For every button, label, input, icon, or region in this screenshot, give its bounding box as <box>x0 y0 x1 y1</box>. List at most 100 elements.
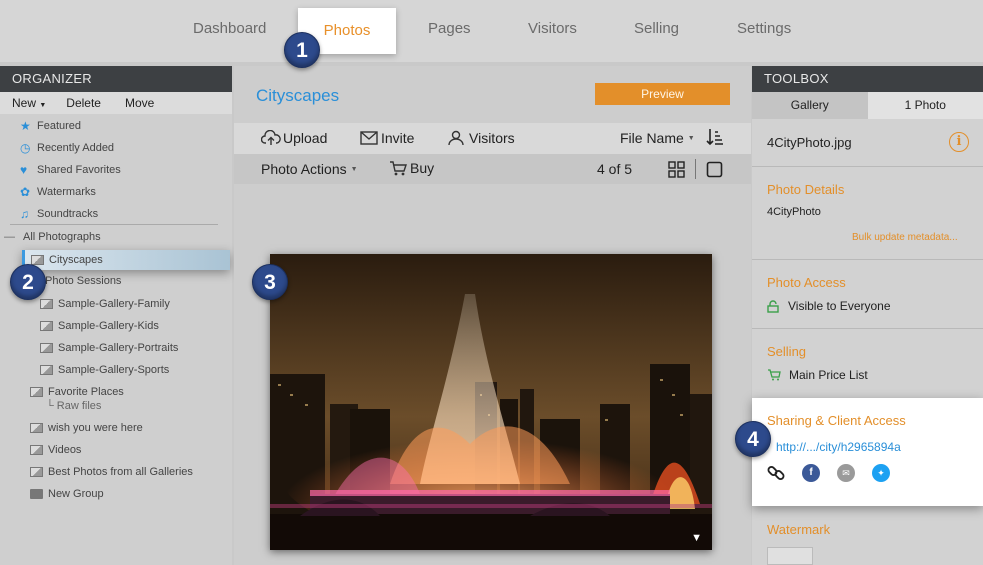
organizer-toolbar: New ▼ Delete Move <box>0 92 232 114</box>
subitem-icon: └ <box>46 400 54 412</box>
cart-icon <box>390 161 407 176</box>
new-menu-button[interactable]: New ▼ <box>12 96 46 110</box>
tree-item-wish[interactable]: wish you were here <box>30 422 143 434</box>
sort-order-button[interactable] <box>706 128 724 146</box>
tree-item-raw-files[interactable]: └ Raw files <box>46 400 101 412</box>
twitter-icon[interactable]: ✦ <box>872 464 890 482</box>
gallery-toolbar: Upload Invite Visitors File Name ▼ <box>234 123 751 154</box>
photo-counter: 4 of 5 <box>597 161 633 177</box>
facebook-icon[interactable]: f <box>802 464 820 482</box>
email-icon[interactable]: ✉ <box>837 464 855 482</box>
heart-icon: ♥ <box>20 163 28 177</box>
photo-access-value[interactable]: Visible to Everyone <box>767 299 891 313</box>
move-button[interactable]: Move <box>125 96 154 110</box>
tree-item-favorite-places[interactable]: Favorite Places <box>30 386 124 398</box>
preview-button[interactable]: Preview <box>595 83 730 105</box>
collapse-icon: — <box>4 231 15 243</box>
envelope-icon <box>360 131 378 145</box>
caret-down-icon[interactable]: ▼ <box>691 532 702 544</box>
divider <box>752 328 983 329</box>
music-note-icon: ♫ <box>20 207 29 221</box>
tab-one-photo[interactable]: 1 Photo <box>867 92 983 119</box>
gallery-url-link[interactable]: http://.../city/h2965894a <box>776 440 901 454</box>
gallery-icon <box>40 321 53 331</box>
photo-access-title: Photo Access <box>767 275 846 290</box>
tree-item-photo-sessions[interactable]: Photo Sessions <box>45 275 121 287</box>
tree-root[interactable]: — All Photographs <box>4 231 101 243</box>
watermark-thumbnail[interactable] <box>767 547 813 565</box>
price-list-value[interactable]: Main Price List <box>767 368 868 382</box>
divider <box>752 259 983 260</box>
cloud-upload-icon <box>261 130 281 145</box>
info-icon[interactable]: i <box>949 132 969 152</box>
callout-badge-1: 1 <box>284 32 320 68</box>
watermark-title: Watermark <box>767 522 831 537</box>
bulk-update-link[interactable]: Bulk update metadata... <box>852 232 958 243</box>
quick-link-favorites[interactable]: ♥ Shared Favorites <box>20 164 121 176</box>
gallery-icon <box>31 255 44 265</box>
cityscape-fountain-photo <box>270 254 712 550</box>
grid-view-button[interactable] <box>668 161 685 178</box>
divider <box>695 159 696 179</box>
lock-icon <box>767 299 779 313</box>
visitors-button[interactable]: Visitors <box>448 130 515 146</box>
tab-settings[interactable]: Settings <box>737 20 791 37</box>
grid-icon <box>668 161 685 178</box>
page-title: Cityscapes <box>256 86 340 105</box>
tree-item-portraits[interactable]: Sample-Gallery-Portraits <box>40 342 178 354</box>
clock-icon: ◷ <box>20 141 31 155</box>
tab-pages[interactable]: Pages <box>428 20 471 37</box>
tab-gallery[interactable]: Gallery <box>752 92 868 119</box>
callout-badge-2: 2 <box>10 264 46 300</box>
quick-link-recent[interactable]: ◷ Recently Added <box>20 142 114 154</box>
star-icon: ★ <box>20 119 31 133</box>
tree-item-sports[interactable]: Sample-Gallery-Sports <box>40 364 169 376</box>
invite-button[interactable]: Invite <box>360 130 414 146</box>
quick-link-soundtracks[interactable]: ♫ Soundtracks <box>20 208 98 220</box>
selling-title: Selling <box>767 344 807 359</box>
chevron-down-icon: ▼ <box>350 165 358 173</box>
link-icon[interactable] <box>767 464 785 482</box>
tree-item-best-photos[interactable]: Best Photos from all Galleries <box>30 466 193 478</box>
callout-badge-4: 4 <box>735 421 771 457</box>
gallery-icon <box>30 423 43 433</box>
top-navigation: Dashboard Photos Pages Visitors Selling … <box>0 0 983 62</box>
chevron-down-icon: ▼ <box>687 134 695 142</box>
divider <box>10 224 218 225</box>
tree-item-videos[interactable]: Videos <box>30 444 81 456</box>
sort-dropdown[interactable]: File Name ▼ <box>620 130 695 146</box>
toolbox-tabs: Gallery 1 Photo <box>752 92 983 119</box>
organizer-panel: ORGANIZER New ▼ Delete Move ★ Featured ◷ R… <box>0 66 232 565</box>
folder-icon <box>30 489 43 499</box>
photo-viewer[interactable]: ▼ <box>270 254 712 550</box>
upload-button[interactable]: Upload <box>261 130 327 146</box>
photo-actions-dropdown[interactable]: Photo Actions ▼ <box>261 161 358 177</box>
organizer-header: ORGANIZER <box>0 66 232 92</box>
single-view-button[interactable] <box>706 161 723 178</box>
tree-item-new-group[interactable]: New Group <box>30 488 104 500</box>
share-icons: f ✉ ✦ <box>767 464 890 482</box>
buy-button[interactable]: Buy <box>389 160 434 176</box>
divider <box>752 166 983 167</box>
photo-name: 4CityPhoto <box>767 206 821 218</box>
tab-selling[interactable]: Selling <box>634 20 679 37</box>
photo-details-title: Photo Details <box>767 182 845 197</box>
photo-actions-bar: Photo Actions ▼ Buy 4 of 5 <box>234 154 751 184</box>
gallery-icon <box>30 387 43 397</box>
tree-item-family[interactable]: Sample-Gallery-Family <box>40 298 170 310</box>
tree-item-cityscapes[interactable]: Cityscapes <box>31 254 103 266</box>
cart-icon <box>768 369 781 381</box>
chevron-down-icon: ▼ <box>39 102 47 109</box>
paw-icon: ✿ <box>20 185 31 199</box>
quick-link-featured[interactable]: ★ Featured <box>20 120 81 132</box>
gallery-icon <box>30 445 43 455</box>
callout-badge-3: 3 <box>252 264 288 300</box>
tree-item-kids[interactable]: Sample-Gallery-Kids <box>40 320 159 332</box>
smart-gallery-icon <box>30 467 43 477</box>
tab-dashboard[interactable]: Dashboard <box>193 20 266 37</box>
tab-visitors[interactable]: Visitors <box>528 20 577 37</box>
sort-descending-icon <box>706 129 723 146</box>
delete-button[interactable]: Delete <box>66 96 101 110</box>
main-content: Cityscapes Preview Upload Invite Visitor… <box>234 66 751 565</box>
quick-link-watermarks[interactable]: ✿ Watermarks <box>20 186 96 198</box>
